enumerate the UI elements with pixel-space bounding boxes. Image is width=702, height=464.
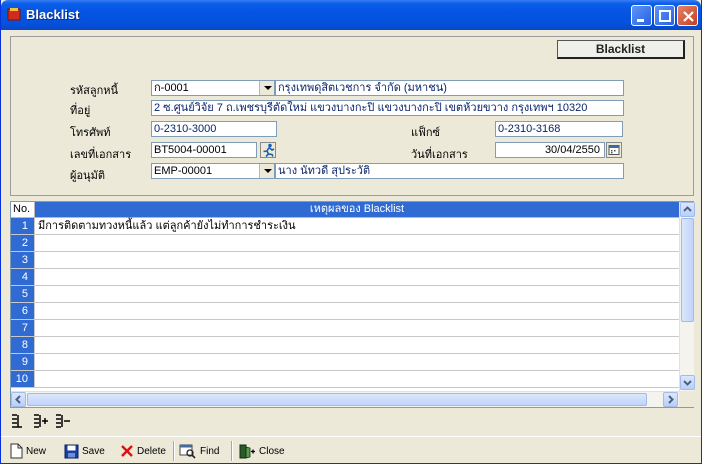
- fax-field[interactable]: 0-2310-3168: [495, 121, 623, 137]
- maximize-button[interactable]: [654, 5, 675, 26]
- save-button[interactable]: Save: [64, 442, 105, 460]
- row-number[interactable]: 1: [11, 218, 35, 234]
- vertical-scrollbar[interactable]: [679, 202, 695, 391]
- insert-row-icon[interactable]: [10, 412, 28, 430]
- row-number[interactable]: 5: [11, 286, 35, 302]
- scroll-corner: [679, 391, 694, 407]
- blacklist-reason-grid[interactable]: No. เหตุผลของ Blacklist 1 มีการติดตามทวงห…: [10, 201, 695, 408]
- table-row[interactable]: 3: [11, 252, 679, 269]
- row-number[interactable]: 2: [11, 235, 35, 251]
- delete-row-icon[interactable]: [54, 412, 72, 430]
- doc-no-label: เลขที่เอกสาร: [70, 149, 132, 161]
- address-label: ที่อยู่: [70, 105, 91, 117]
- dropdown-arrow-icon[interactable]: [259, 164, 274, 178]
- window-title: Blacklist: [26, 7, 80, 22]
- table-row[interactable]: 4: [11, 269, 679, 286]
- add-row-icon[interactable]: [32, 412, 50, 430]
- fax-label: แฟ็กซ์: [411, 127, 441, 139]
- table-row[interactable]: 7: [11, 320, 679, 337]
- chevron-right-icon: [668, 395, 674, 404]
- debtor-code-value: ก-0001: [154, 82, 189, 94]
- scroll-down-button[interactable]: [680, 375, 695, 390]
- row-reason-cell[interactable]: มีการติดตามทวงหนี้แล้ว แต่ลูกค้ายังไม่ทำ…: [38, 218, 296, 234]
- row-tools: [10, 412, 80, 432]
- delete-x-icon: [121, 445, 133, 457]
- blacklist-header-button[interactable]: Blacklist: [557, 40, 685, 59]
- chevron-left-icon: [15, 395, 21, 404]
- horizontal-scroll-thumb[interactable]: [27, 393, 647, 406]
- minimize-button[interactable]: [631, 5, 652, 26]
- debtor-code-select[interactable]: ก-0001: [151, 80, 275, 96]
- table-row[interactable]: 2: [11, 235, 679, 252]
- chevron-down-icon: [683, 380, 692, 386]
- chevron-up-icon: [683, 206, 692, 212]
- phone-field[interactable]: 0-2310-3000: [151, 121, 277, 137]
- column-header-no: No.: [11, 202, 35, 218]
- find-icon: [179, 444, 196, 459]
- blacklist-window: Blacklist Blacklist รหัสลูกหนี้ ก-0001 ก…: [0, 0, 702, 464]
- doc-date-label: วันที่เอกสาร: [411, 149, 468, 161]
- approver-code-select[interactable]: EMP-00001: [151, 163, 275, 179]
- debtor-name-field[interactable]: กรุงเทพดุสิตเวชการ จำกัด (มหาชน): [275, 80, 624, 96]
- scroll-right-button[interactable]: [663, 392, 678, 407]
- calendar-icon[interactable]: [606, 142, 622, 158]
- debtor-code-label: รหัสลูกหนี้: [70, 85, 119, 97]
- table-row[interactable]: 8: [11, 337, 679, 354]
- new-label: New: [26, 445, 47, 457]
- row-number[interactable]: 8: [11, 337, 35, 353]
- close-door-icon: [239, 444, 255, 459]
- phone-label: โทรศัพท์: [70, 127, 111, 139]
- runner-search-icon[interactable]: [260, 142, 276, 158]
- close-label: Close: [259, 445, 285, 457]
- scroll-left-button[interactable]: [11, 392, 26, 407]
- approver-name-field[interactable]: นาง นัทวดี สุประวัติ: [275, 163, 624, 179]
- new-document-icon: [10, 443, 23, 459]
- app-icon: [7, 8, 21, 21]
- minimize-icon: [637, 19, 644, 22]
- dropdown-arrow-icon[interactable]: [259, 81, 274, 95]
- maximize-icon: [659, 10, 671, 22]
- save-disk-icon: [64, 444, 79, 458]
- table-row[interactable]: 5: [11, 286, 679, 303]
- close-window-button[interactable]: [677, 5, 698, 26]
- delete-button[interactable]: Delete: [120, 442, 166, 460]
- table-row[interactable]: 9: [11, 354, 679, 371]
- vertical-scroll-thumb[interactable]: [681, 218, 694, 322]
- table-row[interactable]: 10: [11, 371, 679, 388]
- title-bar[interactable]: Blacklist: [1, 0, 701, 30]
- table-row[interactable]: 1 มีการติดตามทวงหนี้แล้ว แต่ลูกค้ายังไม่ท…: [11, 218, 679, 235]
- approver-code-value: EMP-00001: [154, 165, 213, 177]
- grid-header: No. เหตุผลของ Blacklist: [11, 202, 679, 218]
- scroll-up-button[interactable]: [680, 202, 695, 217]
- horizontal-scrollbar[interactable]: [11, 391, 679, 407]
- column-header-reason[interactable]: เหตุผลของ Blacklist: [35, 202, 679, 218]
- toolbar-separator: [231, 441, 233, 461]
- new-button[interactable]: New: [10, 442, 46, 460]
- bottom-toolbar: New Save Delete Find Close: [1, 436, 701, 464]
- save-label: Save: [82, 445, 105, 457]
- delete-label: Delete: [137, 445, 166, 457]
- row-number[interactable]: 3: [11, 252, 35, 268]
- doc-date-field[interactable]: 30/04/2550: [495, 142, 605, 158]
- form-panel: Blacklist รหัสลูกหนี้ ก-0001 กรุงเทพดุสิ…: [10, 36, 694, 196]
- row-number[interactable]: 4: [11, 269, 35, 285]
- row-number[interactable]: 9: [11, 354, 35, 370]
- row-number[interactable]: 7: [11, 320, 35, 336]
- close-icon: [683, 11, 694, 22]
- toolbar-separator: [173, 441, 175, 461]
- doc-no-field[interactable]: BT5004-00001: [151, 142, 257, 158]
- find-button[interactable]: Find: [179, 442, 219, 460]
- row-number[interactable]: 6: [11, 303, 35, 319]
- approver-label: ผู้อนุมัติ: [70, 170, 105, 182]
- find-label: Find: [200, 445, 220, 457]
- address-field[interactable]: 2 ซ.ศูนย์วิจัย 7 ถ.เพชรบุรีตัดใหม่ แขวงบ…: [151, 100, 624, 116]
- table-row[interactable]: 6: [11, 303, 679, 320]
- row-number[interactable]: 10: [11, 371, 35, 387]
- close-button[interactable]: Close: [239, 442, 285, 460]
